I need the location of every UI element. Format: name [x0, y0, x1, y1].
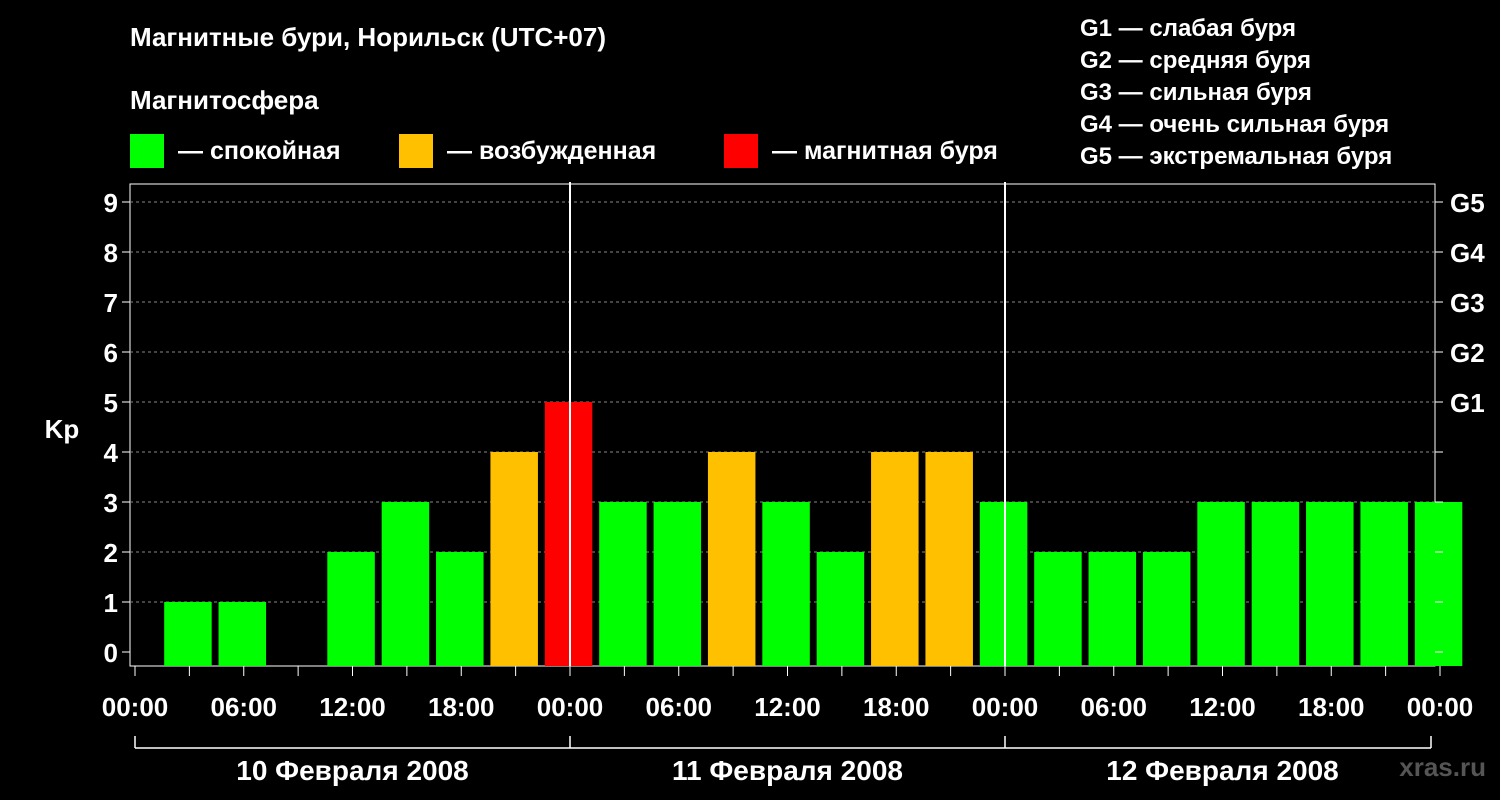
bar	[599, 502, 647, 666]
bar	[871, 452, 919, 666]
bar	[653, 502, 702, 666]
y-axis-label: Kp	[45, 414, 80, 444]
bar	[707, 452, 756, 666]
day-label: 12 Февраля 2008	[1106, 755, 1338, 786]
x-tick-label: 18:00	[428, 692, 495, 722]
bar	[544, 402, 593, 666]
y-tick-label: 7	[104, 288, 118, 318]
x-tick-label: 12:00	[754, 692, 821, 722]
y-tick-label: 2	[104, 538, 118, 568]
x-tick-label: 00:00	[102, 692, 169, 722]
x-tick-label: 06:00	[211, 692, 278, 722]
bar	[381, 502, 430, 666]
y-tick-label: 3	[104, 488, 118, 518]
bar	[436, 552, 484, 666]
x-tick-label: 06:00	[1081, 692, 1148, 722]
y-tick-label: 1	[104, 588, 118, 618]
bar	[218, 602, 267, 666]
x-tick-label: 00:00	[1407, 692, 1474, 722]
y-tick-label: 6	[104, 338, 118, 368]
bar	[762, 502, 810, 666]
y-tick-label: 5	[104, 388, 118, 418]
bar	[1251, 502, 1300, 666]
g-scale-label: G4	[1450, 238, 1485, 268]
x-tick-label: 12:00	[319, 692, 386, 722]
bar	[164, 602, 212, 666]
kp-chart: 0 1 2 3 4 5 6 7 8 9 G1 G2 G3 G4 G5 Kp 00:00 06:00 12:00 18:…	[45, 182, 1485, 786]
bar	[490, 452, 538, 666]
bar	[979, 502, 1028, 666]
g-scale-label: G3	[1450, 288, 1485, 318]
bar	[1414, 502, 1463, 666]
y-tick-label: 4	[104, 438, 119, 468]
bar	[816, 552, 865, 666]
y-tick-label: 9	[104, 188, 118, 218]
day-label: 11 Февраля 2008	[672, 755, 903, 786]
y-tick-label: 8	[104, 238, 118, 268]
bar	[1360, 502, 1408, 666]
x-tick-label: 06:00	[646, 692, 713, 722]
x-tick-label: 18:00	[1298, 692, 1365, 722]
bar	[327, 552, 375, 666]
g-scale-label: G2	[1450, 338, 1485, 368]
x-tick-label: 12:00	[1189, 692, 1256, 722]
g-scale-label: G5	[1450, 188, 1485, 218]
bar	[1306, 502, 1354, 666]
x-tick-label: 18:00	[863, 692, 930, 722]
watermark: xras.ru	[1399, 752, 1486, 782]
day-label: 10 Февраля 2008	[236, 755, 468, 786]
bar	[1142, 552, 1191, 666]
y-tick-label: 0	[104, 638, 118, 668]
g-scale-label: G1	[1450, 388, 1485, 418]
bar	[1197, 502, 1245, 666]
bar	[925, 452, 973, 666]
x-tick-label: 00:00	[972, 692, 1039, 722]
x-tick-label: 00:00	[537, 692, 604, 722]
bar	[1088, 552, 1137, 666]
bar	[1034, 552, 1082, 666]
